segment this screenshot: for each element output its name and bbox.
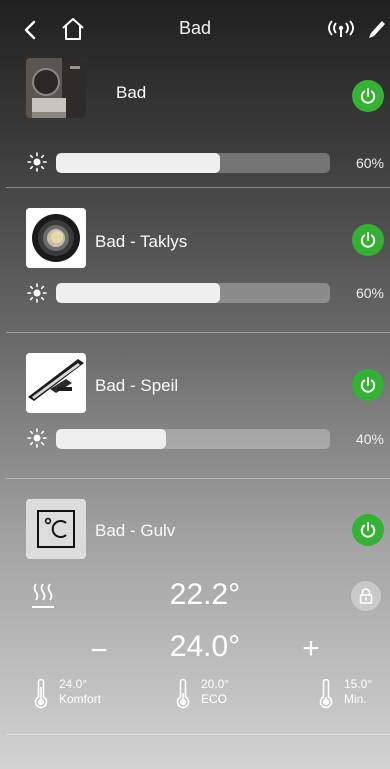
lock-icon xyxy=(359,588,373,604)
brightness-value: 40% xyxy=(355,431,384,447)
brightness-value: 60% xyxy=(355,285,384,301)
power-icon xyxy=(360,377,376,393)
room-name[interactable]: Bad xyxy=(116,83,146,103)
power-button-bad[interactable] xyxy=(352,80,384,112)
preset-value: 24.0° xyxy=(59,677,88,691)
room-thumbnail-taklys[interactable] xyxy=(26,208,86,268)
brightness-icon xyxy=(27,152,47,172)
brightness-slider[interactable] xyxy=(56,283,330,303)
preset-value: 20.0° xyxy=(201,677,230,691)
brightness-slider-fill xyxy=(56,429,166,449)
brightness-icon xyxy=(27,283,47,303)
divider xyxy=(6,187,390,188)
preset-label: ECO xyxy=(201,692,228,706)
room-thumbnail-bad[interactable] xyxy=(26,58,86,118)
room-name[interactable]: Bad - Speil xyxy=(95,376,178,396)
divider xyxy=(6,734,390,735)
power-button-taklys[interactable] xyxy=(352,224,384,256)
brightness-slider[interactable] xyxy=(56,153,330,173)
brightness-value: 60% xyxy=(355,155,384,171)
brightness-icon xyxy=(27,428,47,448)
thermometer-icon xyxy=(176,679,190,709)
power-button-speil[interactable] xyxy=(352,369,384,401)
lock-button[interactable] xyxy=(351,581,381,611)
floor-heating-icon xyxy=(32,583,54,608)
room-name[interactable]: Bad - Taklys xyxy=(95,232,187,252)
divider xyxy=(6,332,390,333)
preset-eco[interactable]: 20.0° ECO xyxy=(176,677,246,709)
power-icon xyxy=(360,88,376,104)
home-icon[interactable] xyxy=(60,17,86,41)
chevron-left-icon[interactable] xyxy=(20,19,40,41)
decrease-temperature-button[interactable]: − xyxy=(86,634,112,668)
increase-temperature-button[interactable]: + xyxy=(298,632,324,666)
preset-komfort[interactable]: 24.0° Komfort xyxy=(34,677,124,709)
power-button-gulv[interactable] xyxy=(352,514,384,546)
power-icon xyxy=(360,232,376,248)
pencil-icon[interactable] xyxy=(368,19,386,41)
divider xyxy=(6,478,390,479)
ceiling-spotlight-icon xyxy=(26,208,86,268)
bathroom-photo xyxy=(26,58,86,118)
preset-value: 15.0° xyxy=(344,677,373,691)
preset-label: Komfort xyxy=(59,692,102,706)
room-thumbnail-gulv[interactable] xyxy=(26,499,86,559)
room-thumbnail-speil[interactable] xyxy=(26,353,86,413)
thermostat-icon xyxy=(26,499,86,559)
thermometer-icon xyxy=(34,679,48,709)
brightness-slider[interactable] xyxy=(56,429,330,449)
brightness-slider-fill xyxy=(56,153,221,173)
mirror-light-icon xyxy=(26,353,86,413)
power-icon xyxy=(360,522,376,538)
thermometer-icon xyxy=(319,679,333,709)
room-name[interactable]: Bad - Gulv xyxy=(95,521,175,541)
preset-min[interactable]: 15.0° Min. xyxy=(319,677,385,709)
wifi-signal-icon[interactable] xyxy=(326,20,356,38)
brightness-slider-fill xyxy=(56,283,221,303)
top-bar: Bad xyxy=(0,0,390,58)
setpoint-temperature: 24.0° xyxy=(169,630,241,663)
preset-label: Min. xyxy=(344,692,367,706)
current-temperature: 22.2° xyxy=(169,578,241,611)
